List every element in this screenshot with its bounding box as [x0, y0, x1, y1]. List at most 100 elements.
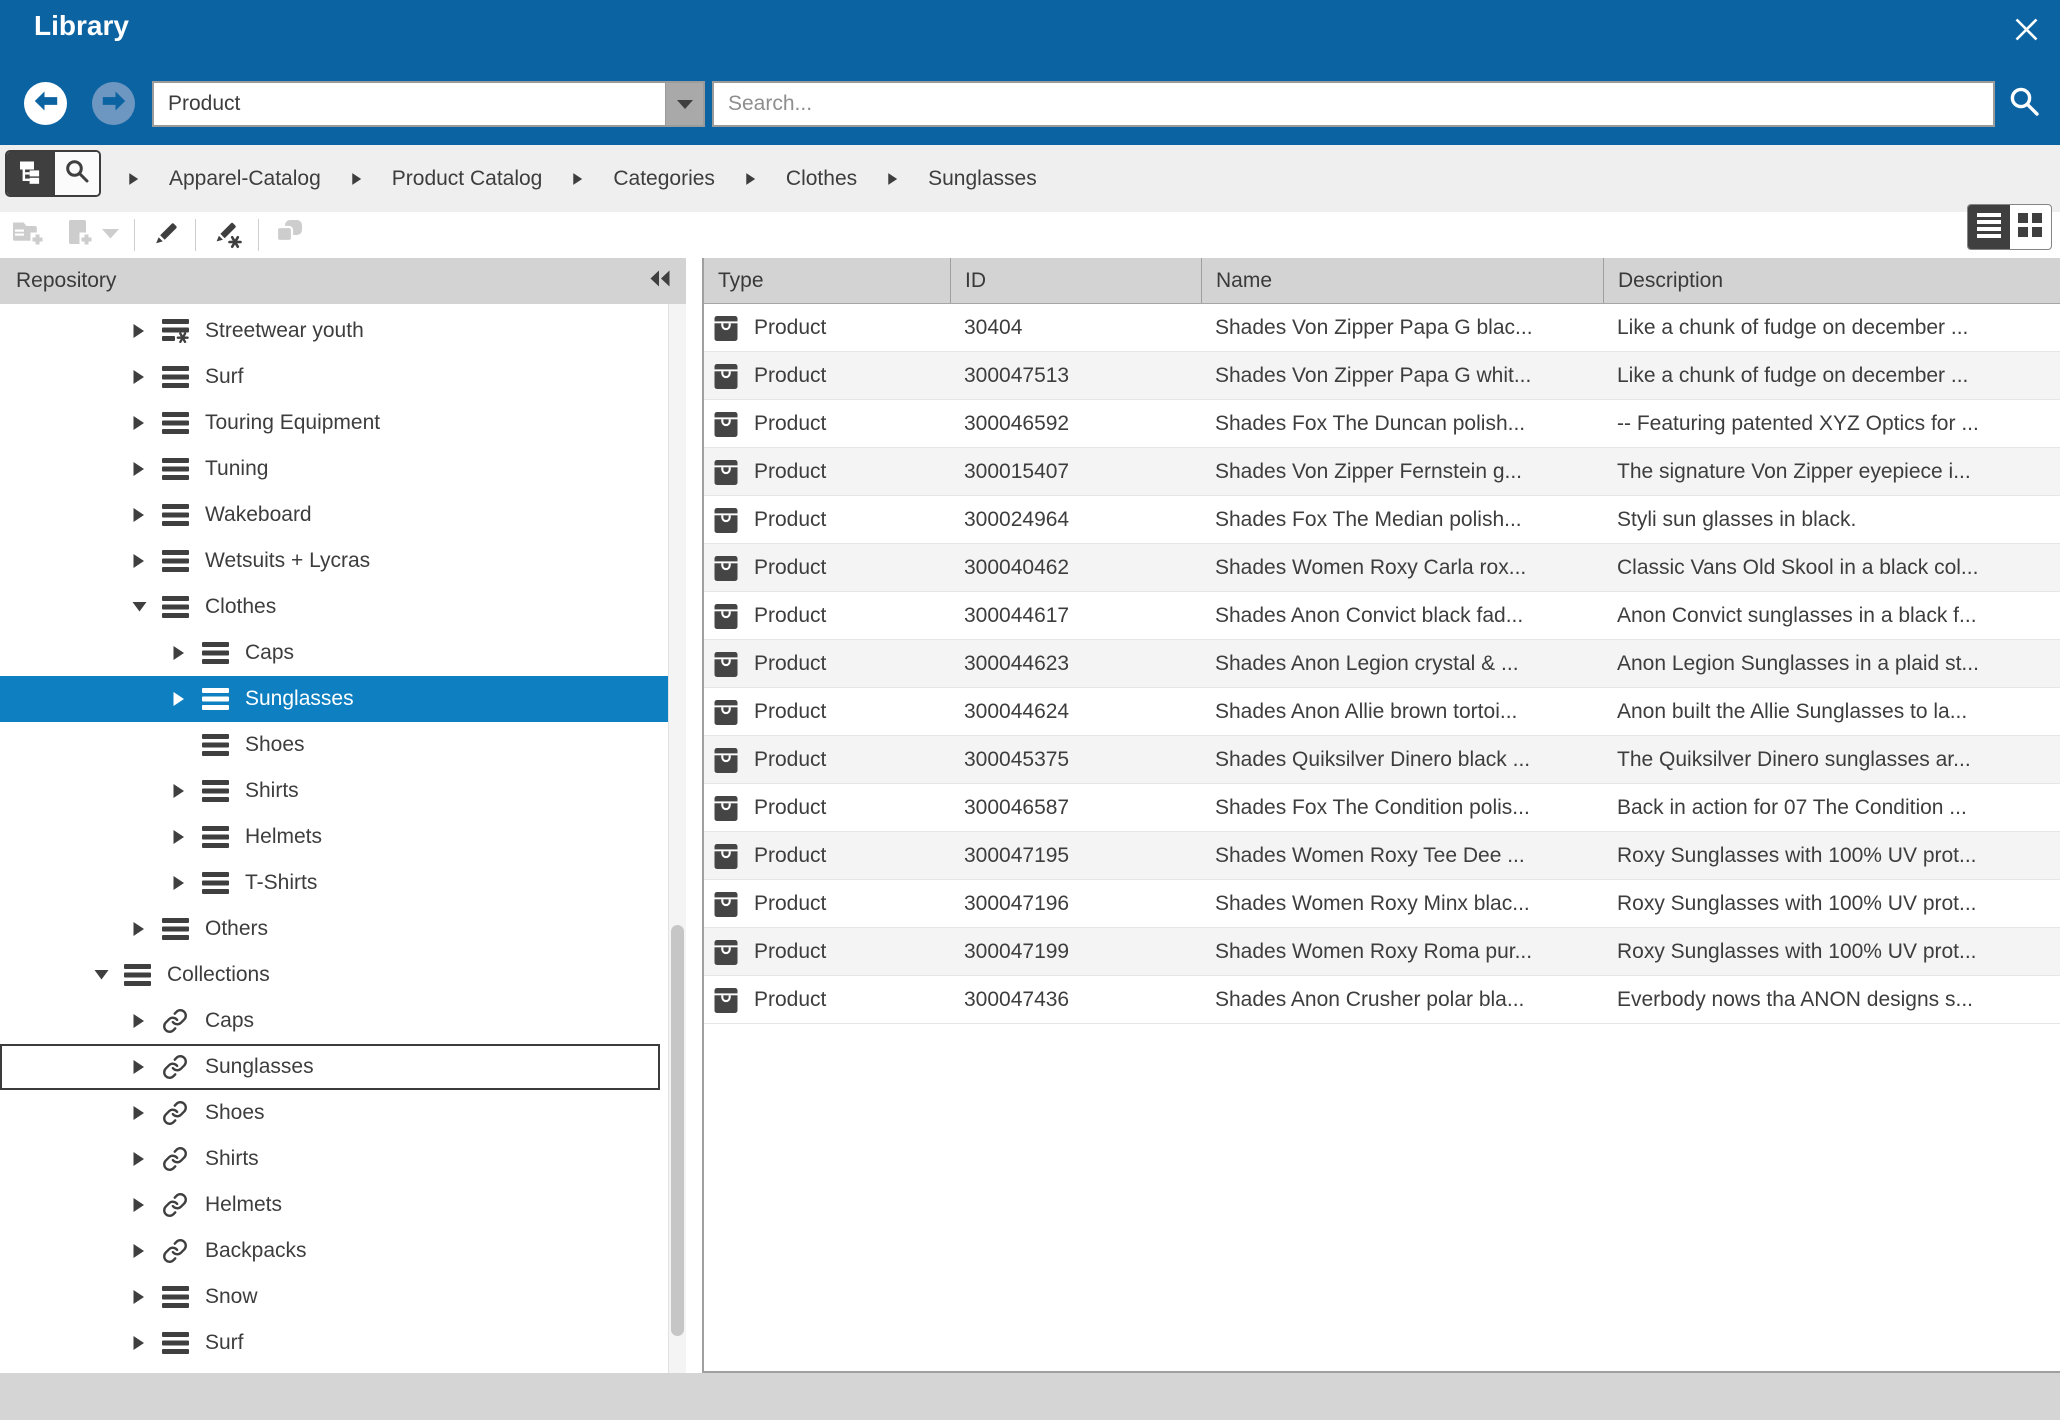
expand-arrow-icon[interactable] — [132, 921, 147, 937]
pencil-new-icon — [211, 217, 243, 254]
table-row[interactable]: Product300044617Shades Anon Convict blac… — [704, 592, 2060, 640]
expand-arrow-icon[interactable] — [172, 783, 187, 799]
tree-item-shirts[interactable]: Shirts — [0, 768, 686, 814]
tree-item-others[interactable]: Others — [0, 906, 686, 952]
tree-item-sunglasses[interactable]: Sunglasses — [0, 676, 668, 722]
expand-arrow-icon[interactable] — [132, 1243, 147, 1259]
expand-arrow-icon[interactable] — [172, 645, 187, 661]
breadcrumb-chevron-icon — [128, 172, 139, 186]
expand-arrow-icon[interactable] — [132, 461, 147, 477]
column-header-description[interactable]: Description — [1603, 258, 2060, 303]
close-button[interactable] — [2006, 12, 2046, 52]
tree-item-backpacks[interactable]: Backpacks — [0, 1228, 686, 1274]
tree-item-label: Surf — [205, 1331, 244, 1355]
doctype-combobox[interactable]: Product — [152, 81, 705, 127]
expand-arrow-icon[interactable] — [132, 1289, 147, 1305]
table-row[interactable]: Product300044623Shades Anon Legion cryst… — [704, 640, 2060, 688]
expand-arrow-icon[interactable] — [132, 369, 147, 385]
column-header-type[interactable]: Type — [704, 258, 950, 303]
panel-splitter[interactable] — [686, 258, 702, 1373]
tree-item-clothes[interactable]: Clothes — [0, 584, 686, 630]
copy-button[interactable] — [274, 215, 304, 255]
tree-item-snow[interactable]: Snow — [0, 1274, 686, 1320]
table-row[interactable]: Product30404Shades Von Zipper Papa G bla… — [704, 304, 2060, 352]
tree-item-caps[interactable]: Caps — [0, 630, 686, 676]
type-label: Product — [754, 592, 826, 639]
expand-arrow-icon[interactable] — [132, 1059, 147, 1075]
breadcrumb-item-sunglasses[interactable]: Sunglasses — [928, 167, 1037, 191]
tree-item-shoes[interactable]: Shoes — [0, 722, 686, 768]
table-row[interactable]: Product300047436Shades Anon Crusher pola… — [704, 976, 2060, 1024]
table-row[interactable]: Product300045375Shades Quiksilver Dinero… — [704, 736, 2060, 784]
name-cell: Shades Women Roxy Roma pur... — [1201, 928, 1603, 975]
tree-item-surf[interactable]: Surf — [0, 354, 686, 400]
pencil-icon — [150, 218, 180, 253]
tree-scrollbar-thumb[interactable] — [671, 925, 684, 1336]
new-content-button[interactable] — [64, 215, 94, 255]
tree-scrollbar-track[interactable] — [668, 304, 686, 1373]
edit-button[interactable] — [150, 215, 180, 255]
table-row[interactable]: Product300047195Shades Women Roxy Tee De… — [704, 832, 2060, 880]
expand-arrow-icon[interactable] — [132, 415, 147, 431]
collapse-arrow-icon[interactable] — [132, 601, 147, 613]
table-row[interactable]: Product300015407Shades Von Zipper Fernst… — [704, 448, 2060, 496]
tree-item-label: Shirts — [245, 779, 299, 803]
tree-item-t-shirts[interactable]: T-Shirts — [0, 860, 686, 906]
product-icon — [714, 794, 738, 822]
tree-item-wetsuits-lycras[interactable]: Wetsuits + Lycras — [0, 538, 686, 584]
expand-arrow-icon[interactable] — [172, 875, 187, 891]
expand-arrow-icon[interactable] — [132, 1335, 147, 1351]
table-row[interactable]: Product300044624Shades Anon Allie brown … — [704, 688, 2060, 736]
tree-item-sunglasses[interactable]: Sunglasses — [0, 1044, 660, 1090]
breadcrumb-item-apparel-catalog[interactable]: Apparel-Catalog — [169, 167, 321, 191]
search-button[interactable] — [2004, 83, 2046, 125]
edit-new-button[interactable] — [211, 215, 243, 255]
expand-arrow-icon[interactable] — [132, 553, 147, 569]
tree-item-touring-equipment[interactable]: Touring Equipment — [0, 400, 686, 446]
thumbnail-view-button[interactable] — [2010, 205, 2052, 249]
expand-arrow-icon[interactable] — [172, 829, 187, 845]
expand-arrow-icon[interactable] — [132, 1105, 147, 1121]
tree-item-streetwear-youth[interactable]: Streetwear youth — [0, 308, 686, 354]
breadcrumb-item-product-catalog[interactable]: Product Catalog — [392, 167, 543, 191]
expand-arrow-icon[interactable] — [172, 691, 187, 707]
tree-item-helmets[interactable]: Helmets — [0, 1182, 686, 1228]
table-row[interactable]: Product300040462Shades Women Roxy Carla … — [704, 544, 2060, 592]
collapse-panel-button[interactable] — [650, 269, 670, 293]
type-cell: Product — [704, 304, 950, 351]
table-row[interactable]: Product300047196Shades Women Roxy Minx b… — [704, 880, 2060, 928]
expand-arrow-icon[interactable] — [132, 1151, 147, 1167]
new-content-menu-button[interactable] — [102, 215, 119, 255]
breadcrumb-item-categories[interactable]: Categories — [613, 167, 715, 191]
expand-arrow-icon[interactable] — [132, 323, 147, 339]
tree-item-shoes[interactable]: Shoes — [0, 1090, 686, 1136]
new-folder-button[interactable] — [12, 215, 46, 255]
tree-view-toggle[interactable] — [7, 152, 53, 195]
tree-item-shirts[interactable]: Shirts — [0, 1136, 686, 1182]
expand-arrow-icon[interactable] — [132, 507, 147, 523]
back-button[interactable] — [24, 82, 67, 125]
table-row[interactable]: Product300046592Shades Fox The Duncan po… — [704, 400, 2060, 448]
table-row[interactable]: Product300047199Shades Women Roxy Roma p… — [704, 928, 2060, 976]
tree-item-wakeboard[interactable]: Wakeboard — [0, 492, 686, 538]
forward-button[interactable] — [92, 82, 135, 125]
table-row[interactable]: Product300047513Shades Von Zipper Papa G… — [704, 352, 2060, 400]
doctype-combobox-caret-button[interactable] — [665, 83, 703, 125]
expand-arrow-icon[interactable] — [132, 1013, 147, 1029]
column-header-id[interactable]: ID — [950, 258, 1201, 303]
column-header-name[interactable]: Name — [1201, 258, 1603, 303]
expand-arrow-icon[interactable] — [132, 1197, 147, 1213]
product-icon — [714, 554, 738, 582]
list-view-button[interactable] — [1968, 205, 2010, 249]
tree-item-surf[interactable]: Surf — [0, 1320, 686, 1366]
search-input[interactable] — [712, 81, 1995, 127]
tree-item-caps[interactable]: Caps — [0, 998, 686, 1044]
collapse-arrow-icon[interactable] — [94, 969, 109, 981]
search-view-toggle[interactable] — [53, 152, 99, 195]
table-row[interactable]: Product300046587Shades Fox The Condition… — [704, 784, 2060, 832]
tree-item-helmets[interactable]: Helmets — [0, 814, 686, 860]
tree-item-tuning[interactable]: Tuning — [0, 446, 686, 492]
tree-item-collections[interactable]: Collections — [0, 952, 686, 998]
table-row[interactable]: Product300024964Shades Fox The Median po… — [704, 496, 2060, 544]
breadcrumb-item-clothes[interactable]: Clothes — [786, 167, 857, 191]
